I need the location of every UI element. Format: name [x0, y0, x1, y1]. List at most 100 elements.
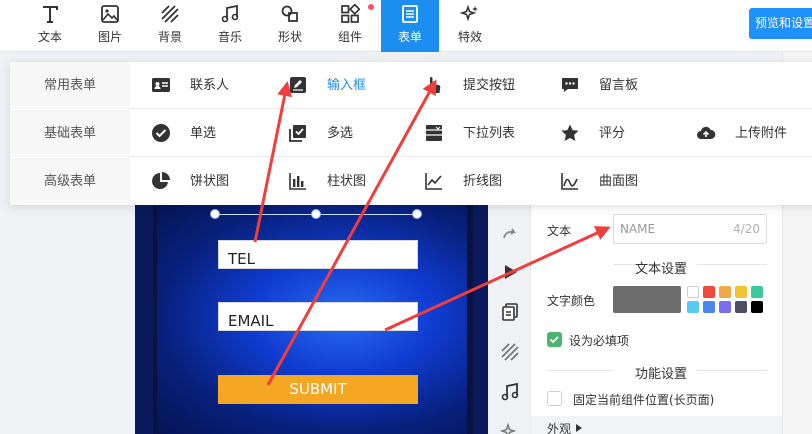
function-settings-title: 功能设置	[634, 367, 687, 382]
tool-text-label: 文本	[37, 30, 62, 44]
item-upload-label: 上传附件	[735, 126, 788, 141]
dropdown-row-advanced: 高级表单 饼状图 柱状图 折线图 曲面图	[10, 158, 812, 205]
background-icon[interactable]	[500, 342, 520, 362]
tool-form[interactable]: 表单	[381, 0, 439, 52]
text-color-label: 文字颜色	[547, 294, 596, 308]
text-input[interactable]: NAME 4/20	[613, 214, 767, 244]
tool-music-label: 音乐	[217, 30, 242, 44]
contact-card-icon	[152, 78, 170, 92]
checkbox-multi-icon	[289, 125, 306, 142]
resize-handle-right[interactable]	[412, 209, 422, 219]
settings-panel: 文本 NAME 4/20 文本设置 文字颜色 设为必填项 功能设置 固定当前组件…	[530, 200, 783, 434]
item-input-box-label: 输入框	[327, 78, 367, 93]
appearance-section[interactable]: 外观	[531, 416, 783, 434]
text-field-label: 文本	[547, 224, 572, 238]
color-swatch[interactable]	[735, 301, 747, 313]
item-message-board-label: 留言板	[599, 78, 639, 93]
line-chart-icon	[425, 173, 442, 190]
bar-chart-icon	[289, 173, 306, 190]
checkmark-icon	[549, 336, 559, 344]
text-input-placeholder: NAME	[620, 222, 656, 236]
caret-right-icon	[576, 424, 582, 432]
music-icon[interactable]	[500, 382, 520, 402]
notification-dot	[368, 4, 374, 10]
form-icon	[402, 5, 418, 23]
category-basic: 基础表单	[10, 110, 130, 157]
message-board-icon	[562, 78, 578, 92]
char-count: 4/20	[733, 222, 760, 236]
music-icon	[221, 4, 239, 23]
color-swatch[interactable]	[687, 286, 699, 298]
required-checkbox[interactable]	[547, 332, 562, 347]
item-submit-button-label: 提交按钮	[463, 78, 516, 93]
color-swatch[interactable]	[719, 301, 731, 313]
tool-image[interactable]: 图片	[81, 0, 139, 52]
background-icon	[161, 5, 179, 23]
fix-position-label: 固定当前组件位置(长页面)	[573, 393, 715, 407]
item-dropdown-list-label: 下拉列表	[463, 126, 516, 141]
tool-component-label: 组件	[337, 30, 362, 44]
star-icon	[561, 124, 579, 141]
image-icon	[101, 5, 119, 23]
redo-icon[interactable]	[500, 224, 520, 244]
effects-icon	[460, 4, 478, 22]
play-icon[interactable]	[500, 262, 520, 282]
dropdown-list-icon	[426, 125, 442, 141]
top-toolbar: 文本 图片 背景 音乐 形状 组件 表单 特效 预览和设置	[0, 0, 812, 52]
dropdown-row-common: 常用表单 联系人 输入框 提交按钮 留言板	[10, 62, 812, 109]
tool-effects[interactable]: 特效	[441, 0, 499, 52]
text-settings-title: 文本设置	[634, 262, 687, 277]
required-label: 设为必填项	[569, 334, 630, 348]
item-pie-chart-label: 饼状图	[190, 174, 230, 189]
tool-music[interactable]: 音乐	[201, 0, 259, 52]
item-multi-select-label: 多选	[327, 126, 354, 141]
tool-effects-label: 特效	[457, 30, 482, 44]
resize-handle-left[interactable]	[210, 209, 220, 219]
side-toolstrip	[490, 200, 530, 434]
color-swatch[interactable]	[751, 286, 763, 298]
item-surface-chart-label: 曲面图	[599, 174, 639, 189]
radio-check-icon	[152, 124, 170, 142]
cloud-upload-icon	[697, 126, 716, 139]
category-common: 常用表单	[10, 62, 130, 109]
category-advanced: 高级表单	[10, 158, 130, 205]
tool-background[interactable]: 背景	[141, 0, 199, 52]
tool-form-label: 表单	[397, 30, 422, 44]
component-icon	[341, 4, 360, 23]
tool-background-label: 背景	[157, 30, 182, 44]
color-swatch[interactable]	[735, 286, 747, 298]
item-rating-label: 评分	[599, 126, 626, 141]
text-color-picker[interactable]	[613, 286, 681, 313]
email-field[interactable]: EMAIL	[218, 302, 418, 331]
tool-shape[interactable]: 形状	[261, 0, 319, 52]
copy-icon[interactable]	[500, 302, 520, 322]
resize-handle-middle[interactable]	[311, 209, 321, 219]
fix-position-checkbox[interactable]	[547, 391, 562, 406]
item-contact-label: 联系人	[190, 78, 230, 93]
phone-canvas: TEL EMAIL SUBMIT	[135, 200, 488, 434]
color-swatch[interactable]	[703, 301, 715, 313]
edit-input-icon	[290, 77, 306, 93]
color-swatch[interactable]	[719, 286, 731, 298]
preview-settings-button[interactable]: 预览和设置	[749, 8, 812, 39]
color-swatch[interactable]	[751, 301, 763, 313]
dropdown-row-basic: 基础表单 单选 多选 下拉列表 评分 上传附件	[10, 110, 812, 157]
effects-icon[interactable]	[500, 422, 520, 434]
item-radio-label: 单选	[190, 126, 217, 141]
item-line-chart-label: 折线图	[463, 174, 503, 189]
color-swatch[interactable]	[687, 301, 699, 313]
text-icon	[43, 6, 58, 23]
tool-text[interactable]: 文本	[21, 0, 79, 52]
shape-icon	[281, 5, 298, 22]
tool-image-label: 图片	[97, 30, 122, 44]
submit-button[interactable]: SUBMIT	[218, 375, 418, 404]
color-swatch[interactable]	[703, 286, 715, 298]
form-dropdown-menu: 常用表单 联系人 输入框 提交按钮 留言板 基础表单 单选 多选 下拉列表 评分…	[10, 62, 812, 205]
tool-shape-label: 形状	[277, 30, 302, 44]
pie-chart-icon	[152, 172, 170, 189]
appearance-label: 外观	[547, 422, 572, 434]
area-chart-icon	[561, 173, 578, 190]
item-bar-chart-label: 柱状图	[327, 174, 367, 189]
tel-field[interactable]: TEL	[218, 240, 418, 269]
pointer-hand-icon	[428, 77, 441, 93]
